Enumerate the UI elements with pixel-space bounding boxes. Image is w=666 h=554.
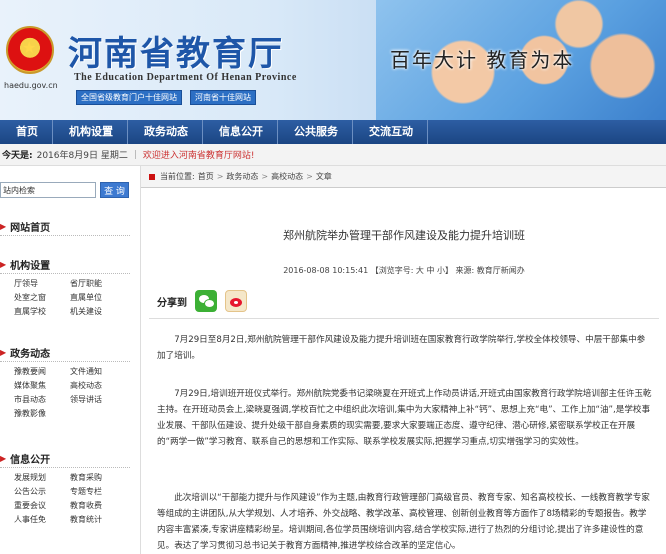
- sidebar-section-news: ▶ 政务动态 豫教要闻 文件通知 媒体聚焦 高校动态 市县动态 领导讲话 豫教影…: [0, 344, 130, 420]
- sidebar-section-title: 机构设置: [10, 261, 51, 272]
- sidebar-link[interactable]: 公告公示: [14, 486, 70, 498]
- arrow-right-icon: ▶: [0, 260, 7, 269]
- divider: |: [133, 149, 137, 160]
- sidebar-link[interactable]: 市县动态: [14, 394, 70, 406]
- site-title[interactable]: 河南省教育厅: [68, 26, 284, 75]
- sidebar-link[interactable]: 文件通知: [70, 366, 126, 378]
- national-emblem-icon: ★: [6, 26, 54, 74]
- sidebar-link[interactable]: 教育收费: [70, 500, 126, 512]
- article-paragraph: 7月29日至8月2日,郑州航院管理干部作风建设及能力提升培训班在国家教育行政学院…: [157, 335, 646, 361]
- date-bar: 今天是: 2016年8月9日 星期二 | 欢迎进入河南省教育厅网站!: [0, 144, 666, 166]
- search-button[interactable]: 查 询: [100, 182, 129, 198]
- current-date: 2016年8月9日 星期二: [36, 151, 128, 161]
- sidebar-link[interactable]: 省厅职能: [70, 278, 126, 290]
- sidebar-link[interactable]: 教育采购: [70, 472, 126, 484]
- sidebar-section-title: 政务动态: [10, 349, 51, 360]
- sidebar-section-disclosure: ▶ 信息公开 发展规划 教育采购 公告公示 专题专栏 重要会议 教育收费 人事任…: [0, 450, 130, 526]
- sidebar-link[interactable]: 专题专栏: [70, 486, 126, 498]
- sidebar-link[interactable]: 媒体聚焦: [14, 380, 70, 392]
- sidebar-link[interactable]: 机关建设: [70, 306, 126, 318]
- sidebar-section-title: 信息公开: [10, 455, 51, 466]
- breadcrumb-separator: >: [306, 172, 313, 181]
- sidebar-link[interactable]: 高校动态: [70, 380, 126, 392]
- sidebar-link[interactable]: 豫教要闻: [14, 366, 70, 378]
- nav-item-interaction[interactable]: 交流互动: [353, 120, 428, 144]
- sidebar-section-header[interactable]: ▶ 信息公开: [0, 450, 130, 468]
- divider: [149, 318, 659, 319]
- sidebar-links: 豫教要闻 文件通知 媒体聚焦 高校动态 市县动态 领导讲话 豫教影像: [0, 366, 130, 420]
- welcome-text: 欢迎进入河南省教育厅网站!: [142, 151, 255, 161]
- sidebar-link[interactable]: 处室之窗: [14, 292, 70, 304]
- main-nav: 首页 机构设置 政务动态 信息公开 公共服务 交流互动: [0, 120, 666, 144]
- nav-item-news[interactable]: 政务动态: [128, 120, 203, 144]
- sidebar-section-header[interactable]: ▶ 机构设置: [0, 256, 130, 274]
- breadcrumb-home[interactable]: 首页: [198, 171, 214, 182]
- search-input[interactable]: [0, 182, 96, 198]
- sidebar-link[interactable]: 直属学校: [14, 306, 70, 318]
- sidebar-links: 厅领导 省厅职能 处室之窗 直属单位 直属学校 机关建设: [0, 278, 130, 318]
- breadcrumb-label: 当前位置:: [160, 172, 195, 181]
- date-label: 今天是:: [2, 151, 33, 161]
- nav-item-home[interactable]: 首页: [0, 120, 53, 144]
- sidebar-link[interactable]: 教育统计: [70, 514, 126, 526]
- sidebar-section-home: ▶ 网站首页: [0, 218, 130, 236]
- sidebar-link[interactable]: 厅领导: [14, 278, 70, 290]
- sidebar-link[interactable]: 领导讲话: [70, 394, 126, 406]
- award-badges: 全国省级教育门户十佳网站 河南省十佳网站: [76, 90, 256, 105]
- arrow-right-icon: ▶: [0, 454, 7, 463]
- article-paragraph: 此次培训以“干部能力提升与作风建设”作为主题,由教育行政管理部门高级官员、教育专…: [157, 493, 650, 551]
- breadcrumb-separator: >: [216, 172, 224, 181]
- weibo-icon[interactable]: [225, 290, 247, 312]
- sidebar-links: 发展规划 教育采购 公告公示 专题专栏 重要会议 教育收费 人事任免 教育统计: [0, 472, 130, 526]
- nav-item-services[interactable]: 公共服务: [278, 120, 353, 144]
- nav-item-disclosure[interactable]: 信息公开: [203, 120, 278, 144]
- breadcrumb-news[interactable]: 政务动态: [226, 171, 258, 182]
- breadcrumb-university-news[interactable]: 高校动态: [271, 171, 303, 182]
- site-search: 查 询: [0, 182, 129, 198]
- sidebar-link[interactable]: 直属单位: [70, 292, 126, 304]
- sidebar-item-home[interactable]: ▶ 网站首页: [0, 218, 130, 236]
- wechat-icon[interactable]: [195, 290, 217, 312]
- arrow-right-icon: ▶: [0, 348, 7, 357]
- article-title: 郑州航院举办管理干部作风建设及能力提升培训班: [283, 229, 525, 242]
- banner-slogan: 百年大计 教育为本: [390, 48, 575, 72]
- sidebar-link[interactable]: 人事任免: [14, 514, 70, 526]
- sidebar-section-header[interactable]: ▶ 政务动态: [0, 344, 130, 362]
- breadcrumb-article: 文章: [315, 172, 332, 181]
- article-paragraph: 7月29日,培训班开班仪式举行。郑州航院党委书记梁晓夏在开班式上作动员讲话,开班…: [157, 389, 652, 447]
- article-panel: 当前位置: 首页 > 政务动态 > 高校动态 > 文章 郑州航院举办管理干部作风…: [140, 166, 666, 554]
- share-bar: 分享到: [157, 290, 247, 312]
- site-title-english: The Education Department Of Henan Provin…: [74, 72, 297, 83]
- left-sidebar: 查 询 ▶ 网站首页 ▶ 机构设置 厅领导 省厅职能 处室之窗 直属单位 直属学…: [0, 166, 130, 554]
- sidebar-link[interactable]: 重要会议: [14, 500, 70, 512]
- location-icon: [149, 173, 155, 180]
- site-banner: ★ haedu.gov.cn 河南省教育厅 The Education Depa…: [0, 0, 666, 120]
- award-badge: 河南省十佳网站: [190, 90, 256, 105]
- arrow-right-icon: ▶: [0, 222, 7, 231]
- breadcrumb: 当前位置: 首页 > 政务动态 > 高校动态 > 文章: [141, 166, 666, 188]
- nav-item-organization[interactable]: 机构设置: [53, 120, 128, 144]
- sidebar-section-title: 网站首页: [10, 223, 51, 234]
- site-domain: haedu.gov.cn: [4, 81, 58, 90]
- sidebar-section-organization: ▶ 机构设置 厅领导 省厅职能 处室之窗 直属单位 直属学校 机关建设: [0, 256, 130, 318]
- award-badge: 全国省级教育门户十佳网站: [76, 90, 182, 105]
- breadcrumb-separator: >: [261, 172, 269, 181]
- sidebar-link[interactable]: 发展规划: [14, 472, 70, 484]
- article-meta: 2016-08-08 10:15:41 【浏览字号: 大 中 小】 来源: 教育…: [283, 266, 525, 275]
- sidebar-link[interactable]: 豫教影像: [14, 408, 70, 420]
- share-label: 分享到: [157, 297, 187, 309]
